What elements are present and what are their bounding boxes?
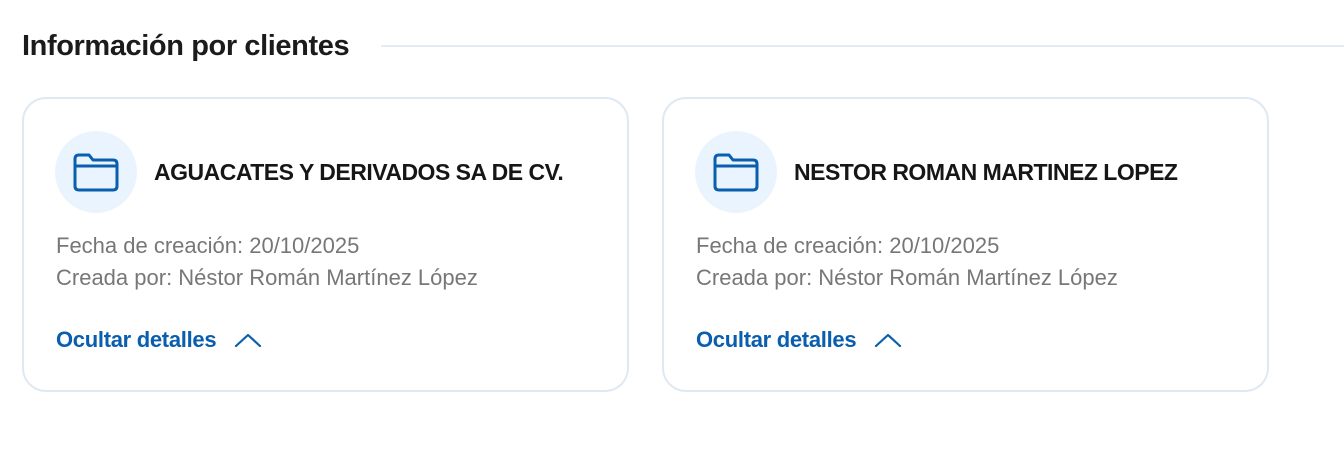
client-card: AGUACATES Y DERIVADOS SA DE CV. Fecha de… [22, 97, 629, 392]
client-name: NESTOR ROMAN MARTINEZ LOPEZ [794, 158, 1178, 185]
creation-date: Fecha de creación: 20/10/2025 [696, 233, 1000, 258]
created-by: Creada por: Néstor Román Martínez López [696, 265, 1118, 290]
folder-icon-badge [55, 131, 137, 213]
client-meta: Fecha de creación: 20/10/2025 Creada por… [696, 230, 1118, 294]
hide-details-link[interactable]: Ocultar detalles [56, 327, 262, 353]
folder-icon-badge [695, 131, 777, 213]
client-card-header: AGUACATES Y DERIVADOS SA DE CV. [55, 131, 564, 213]
creation-date: Fecha de creación: 20/10/2025 [56, 233, 360, 258]
created-by: Creada por: Néstor Román Martínez López [56, 265, 478, 290]
hide-details-label: Ocultar detalles [56, 327, 217, 352]
client-card-header: NESTOR ROMAN MARTINEZ LOPEZ [695, 131, 1178, 213]
client-meta: Fecha de creación: 20/10/2025 Creada por… [56, 230, 478, 294]
section-title: Información por clientes [22, 29, 350, 62]
section-divider [381, 45, 1344, 47]
section-header: Información por clientes [22, 26, 1344, 66]
client-name: AGUACATES Y DERIVADOS SA DE CV. [154, 158, 564, 185]
folder-icon [713, 153, 759, 192]
client-card: NESTOR ROMAN MARTINEZ LOPEZ Fecha de cre… [662, 97, 1269, 392]
hide-details-label: Ocultar detalles [696, 327, 857, 352]
folder-icon [73, 153, 119, 192]
hide-details-link[interactable]: Ocultar detalles [696, 327, 902, 353]
chevron-up-icon [234, 332, 262, 348]
chevron-up-icon [874, 332, 902, 348]
client-cards: AGUACATES Y DERIVADOS SA DE CV. Fecha de… [22, 97, 1269, 392]
